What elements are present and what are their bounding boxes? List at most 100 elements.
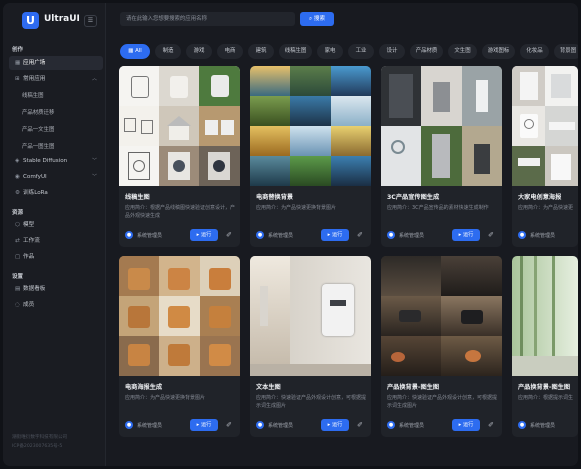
tab-architecture[interactable]: 建筑 xyxy=(248,44,274,59)
card-author: 系统管理员 xyxy=(399,233,425,239)
tab-cosmetics[interactable]: 化妆品 xyxy=(520,44,549,59)
avatar: ● xyxy=(125,421,133,429)
section-title-settings: 设置 xyxy=(12,274,24,280)
pin-icon[interactable]: ✐ xyxy=(485,419,497,431)
chevron-down-icon: ﹀ xyxy=(91,158,97,164)
card-title: 产品换背景-图生图 xyxy=(518,384,571,391)
card-description: 应用简介：快速验证产品外观设计创意，可根据提示词生成图片 xyxy=(256,395,367,409)
search-input[interactable]: 请在此输入您想要搜索的应用名称 xyxy=(120,12,295,26)
tab-games[interactable]: 游戏 xyxy=(186,44,212,59)
sidebar-item-label: 应用广场 xyxy=(23,60,46,66)
comfy-icon: ◉ xyxy=(15,174,20,180)
menu-collapse-icon[interactable]: ☰ xyxy=(84,15,97,27)
app-name: UltraUI xyxy=(44,14,80,24)
sidebar-item-common-apps[interactable]: ⊞ 常用应用 ︿ xyxy=(9,72,103,86)
card-author: 系统管理员 xyxy=(399,423,425,429)
card-thumbnail xyxy=(250,256,371,376)
workflow-icon: ⇄ xyxy=(15,238,20,244)
sidebar-item-label: 数据看板 xyxy=(23,286,46,292)
sidebar-subitem-text2img[interactable]: 产品一文生图 xyxy=(22,125,54,133)
tab-label: All xyxy=(135,48,142,54)
tab-game-icons[interactable]: 游戏图标 xyxy=(482,44,515,59)
avatar: ● xyxy=(518,231,526,239)
run-button-label: 运行 xyxy=(462,232,474,238)
search-button-label: 搜索 xyxy=(313,16,326,22)
avatar: ● xyxy=(256,231,264,239)
run-button[interactable]: ▸ 运行 xyxy=(190,419,218,431)
card-title: 3C产品宣传图生成 xyxy=(387,194,440,201)
sidebar-item-workflow[interactable]: ⇄ 工作流 xyxy=(9,234,103,248)
app-card[interactable]: 电商替换背景 应用简介：为产品快速更换背景图片 ● 系统管理员 ▸ 运行 ✐ xyxy=(250,66,371,247)
sidebar-item-comfyui[interactable]: ◉ ComfyUI ﹀ xyxy=(9,170,103,184)
sidebar-subitem-img2img[interactable]: 产品一图生图 xyxy=(22,142,54,150)
avatar: ● xyxy=(387,421,395,429)
app-card[interactable]: 线稿生图 应用简介：根据产品线稿图快速验证创意设计，产品外观快速生成 ● 系统管… xyxy=(119,66,240,247)
tab-text2img[interactable]: 文生图 xyxy=(448,44,477,59)
sidebar-item-label: 成员 xyxy=(23,302,35,308)
dashboard-icon: ▤ xyxy=(15,286,21,292)
card-thumbnail xyxy=(119,66,240,186)
run-button[interactable]: ▸ 运行 xyxy=(190,229,218,241)
category-tabs: ▦ All 制造 游戏 电商 建筑 线稿生图 家电 工业 设计 产品材质 文生图… xyxy=(120,44,578,59)
app-card[interactable]: 产品换背景-图生图 应用简介：快速验证产品外观设计创意，可根据提示词生成图片 ●… xyxy=(381,256,502,437)
common-apps-icon: ⊞ xyxy=(15,76,20,82)
footer-icp[interactable]: ICP备2023007635号-5 xyxy=(12,443,62,449)
avatar: ● xyxy=(125,231,133,239)
card-thumbnail xyxy=(512,66,578,186)
card-description: 应用简介：根据产品线稿图快速验证创意设计，产品外观快速生成 xyxy=(125,205,236,219)
pin-icon[interactable]: ✐ xyxy=(354,419,366,431)
train-icon: ⚙ xyxy=(15,190,21,196)
pin-icon[interactable]: ✐ xyxy=(223,419,235,431)
card-title: 产品换背景-图生图 xyxy=(387,384,440,391)
chevron-up-icon: ︿ xyxy=(91,76,97,82)
avatar: ● xyxy=(518,421,526,429)
sidebar-item-label: 作品 xyxy=(23,254,35,260)
card-description: 应用简介：3C产品宣传品的素材快速生成制作 xyxy=(387,205,489,211)
pin-icon[interactable]: ✐ xyxy=(223,229,235,241)
tab-design[interactable]: 设计 xyxy=(379,44,405,59)
section-title-create: 创作 xyxy=(12,47,24,53)
app-card[interactable]: 文本生图 应用简介：快速验证产品外观设计创意，可根据提示词生成图片 ● 系统管理… xyxy=(250,256,371,437)
app-square-icon: ▦ xyxy=(15,60,21,66)
sidebar-item-dashboard[interactable]: ▤ 数据看板 xyxy=(9,282,103,296)
sidebar-item-models[interactable]: ⬡ 模型 xyxy=(9,218,103,232)
run-button[interactable]: ▸ 运行 xyxy=(321,419,349,431)
sidebar-item-train-lora[interactable]: ⚙ 训练LoRa xyxy=(9,186,103,200)
tab-backgrounds[interactable]: 背景图 xyxy=(554,44,578,59)
tab-industrial[interactable]: 工业 xyxy=(348,44,374,59)
run-button[interactable]: ▸ 运行 xyxy=(452,229,480,241)
run-button[interactable]: ▸ 运行 xyxy=(452,419,480,431)
sidebar-item-members[interactable]: ◌ 成员 xyxy=(9,298,103,312)
model-icon: ⬡ xyxy=(15,222,20,228)
card-author: 系统管理员 xyxy=(137,423,163,429)
pin-icon[interactable]: ✐ xyxy=(354,229,366,241)
chevron-down-icon: ﹀ xyxy=(91,174,97,180)
pin-icon[interactable]: ✐ xyxy=(485,229,497,241)
card-author: 系统管理员 xyxy=(268,423,294,429)
tab-sketch[interactable]: 线稿生图 xyxy=(279,44,312,59)
sidebar-item-app-square[interactable]: ▦ 应用广场 xyxy=(9,56,103,70)
app-card[interactable]: 产品换背景-图生图 应用简介：根据提示词生 ● 系统管理员 xyxy=(512,256,578,437)
sd-icon: ◈ xyxy=(15,158,20,164)
run-button[interactable]: ▸ 运行 xyxy=(321,229,349,241)
tab-all[interactable]: ▦ All xyxy=(120,44,150,59)
app-card[interactable]: 大家电创意海报 应用简介：为产品快速更 ● 系统管理员 xyxy=(512,66,578,247)
sidebar-subitem-sketch[interactable]: 线稿生图 xyxy=(22,91,44,99)
sidebar-item-label: 训练LoRa xyxy=(23,190,48,196)
card-title: 电商海报生成 xyxy=(125,384,163,391)
search-button[interactable]: ⌕ 搜索 xyxy=(300,12,334,26)
app-card[interactable]: 电商海报生成 应用简介：为产品快速更换背景图片 ● 系统管理员 ▸ 运行 ✐ xyxy=(119,256,240,437)
tab-appliances[interactable]: 家电 xyxy=(317,44,343,59)
card-author: 系统管理员 xyxy=(530,233,556,239)
tab-manufacturing[interactable]: 制造 xyxy=(155,44,181,59)
app-card[interactable]: 3C产品宣传图生成 应用简介：3C产品宣传品的素材快速生成制作 ● 系统管理员 … xyxy=(381,66,502,247)
sidebar-subitem-material[interactable]: 产品材质迁移 xyxy=(22,108,54,116)
card-title: 线稿生图 xyxy=(125,194,150,201)
works-icon: ▢ xyxy=(15,254,21,260)
tab-material[interactable]: 产品材质 xyxy=(410,44,443,59)
tab-ecommerce[interactable]: 电商 xyxy=(217,44,243,59)
run-button-label: 运行 xyxy=(331,232,343,238)
sidebar-item-works[interactable]: ▢ 作品 xyxy=(9,250,103,264)
sidebar-item-stable-diffusion[interactable]: ◈ Stable Diffusion ﹀ xyxy=(9,154,103,168)
card-description: 应用简介：为产品快速更换背景图片 xyxy=(125,395,206,401)
